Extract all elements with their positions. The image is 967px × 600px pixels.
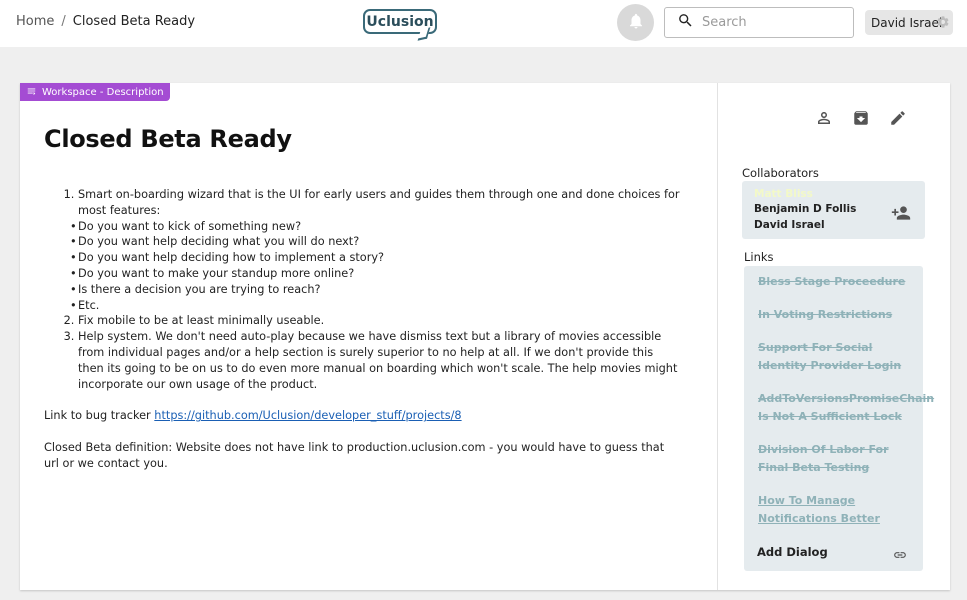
description-bullet-list: Do you want to kick of something new? Do… (44, 219, 680, 314)
collaborator-name: Benjamin D Follis (754, 203, 857, 215)
list-item: Smart on-boarding wizard that is the UI … (78, 187, 680, 219)
dialog-link[interactable]: Bless Stage Proceedure (758, 273, 920, 291)
search-box[interactable] (664, 7, 854, 38)
dialog-link[interactable]: Support For Social Identity Provider Log… (758, 339, 920, 375)
search-icon (677, 12, 694, 33)
links-box: Bless Stage Proceedure In Voting Restric… (744, 266, 934, 571)
dialog-link[interactable]: In Voting Restrictions (758, 306, 920, 324)
top-bar: Home / Closed Beta Ready Uclusion David … (0, 0, 967, 47)
list-item: Do you want help deciding how to impleme… (70, 250, 680, 266)
dialog-link[interactable]: How To Manage Notifications Better (758, 492, 920, 528)
bug-tracker-prefix: Link to bug tracker (44, 409, 155, 423)
list-item: Do you want to kick of something new? (70, 219, 680, 235)
list-item: Do you want to make your standup more on… (70, 266, 680, 282)
collaborators-label: Collaborators (742, 166, 819, 180)
notes-icon (26, 86, 42, 99)
uclusion-logo[interactable]: Uclusion (363, 9, 437, 34)
workspace-description-tag: Workspace - Description (20, 83, 170, 101)
card-actions (815, 109, 907, 127)
panel-divider (717, 83, 718, 590)
list-item: Is there a decision you are trying to re… (70, 282, 680, 298)
beta-definition: Closed Beta definition: Website does not… (44, 441, 665, 470)
breadcrumb-separator: / (61, 14, 66, 29)
user-menu[interactable]: David Israel (865, 10, 953, 35)
workspace-card: Workspace - Description Closed Beta Read… (20, 83, 950, 590)
tag-label: Workspace - Description (42, 86, 164, 98)
bug-tracker-line: Link to bug tracker https://github.com/U… (44, 408, 680, 424)
gear-icon (936, 15, 950, 32)
dialog-link[interactable]: AddToVersionsPromiseChain Is Not A Suffi… (758, 390, 934, 426)
user-name: David Israel (871, 15, 943, 30)
edit-icon[interactable] (889, 109, 907, 127)
list-item: Etc. (70, 298, 680, 314)
collaborators-box: Matt Bliss Benjamin D Follis David Israe… (742, 181, 925, 239)
person-icon[interactable] (815, 109, 833, 127)
list-item: Fix mobile to be at least minimally usea… (78, 313, 680, 329)
link-icon[interactable] (890, 547, 910, 566)
description-ordered-list: Smart on-boarding wizard that is the UI … (44, 187, 680, 219)
description-ordered-list-continued: Fix mobile to be at least minimally usea… (44, 313, 680, 392)
collaborator-name: David Israel (754, 219, 825, 231)
add-dialog-button[interactable]: Add Dialog (757, 545, 828, 559)
add-person-icon[interactable] (891, 203, 911, 227)
list-item: Do you want help deciding what you will … (70, 234, 680, 250)
notifications-button[interactable] (617, 4, 654, 41)
description-body: Smart on-boarding wizard that is the UI … (44, 187, 680, 472)
collaborator-name: Matt Bliss (754, 188, 813, 200)
search-input[interactable] (702, 15, 842, 30)
bell-icon (627, 11, 645, 35)
page-title: Closed Beta Ready (44, 125, 292, 153)
breadcrumb-home[interactable]: Home (16, 14, 54, 29)
dialog-link[interactable]: Division Of Labor For Final Beta Testing (758, 441, 920, 477)
breadcrumb: Home / Closed Beta Ready (16, 14, 195, 29)
links-label: Links (744, 250, 774, 264)
archive-icon[interactable] (852, 109, 870, 127)
list-item: Help system. We don't need auto-play bec… (78, 329, 680, 392)
bug-tracker-link[interactable]: https://github.com/Uclusion/developer_st… (154, 409, 461, 422)
breadcrumb-current: Closed Beta Ready (72, 14, 196, 29)
list-item-text: Smart on-boarding wizard that is the UI … (78, 188, 680, 217)
